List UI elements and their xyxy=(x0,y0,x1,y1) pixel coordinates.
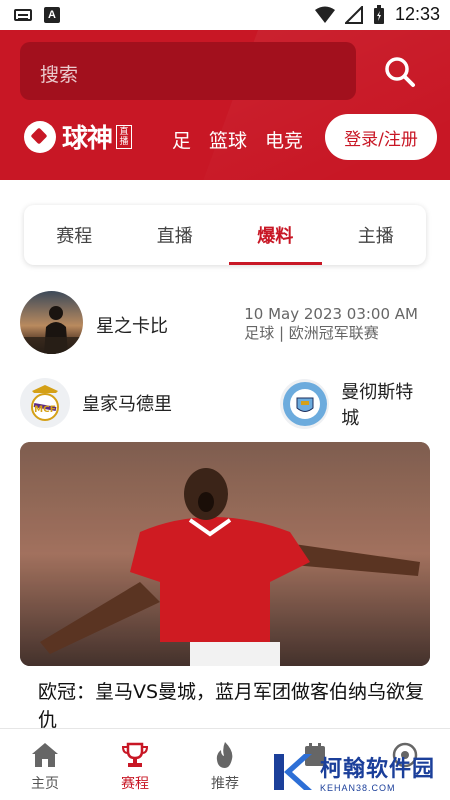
login-register-button[interactable]: 登录/注册 xyxy=(325,114,437,160)
watermark-subtext: KEHAN38.COM xyxy=(320,783,396,793)
search-icon[interactable] xyxy=(380,52,420,92)
site-watermark: 柯翰软件园 KEHAN38.COM xyxy=(270,744,450,800)
logo-ball-icon xyxy=(24,120,56,153)
tab-live[interactable]: 直播 xyxy=(125,205,226,265)
keyboard-icon xyxy=(14,9,32,21)
kehan-logo-icon xyxy=(274,754,312,790)
home-team-name: 皇家马德里 xyxy=(82,394,172,415)
nav-item-schedule[interactable]: 赛程 xyxy=(90,729,180,800)
clock: 12:33 xyxy=(394,4,440,24)
tab-schedule[interactable]: 赛程 xyxy=(24,205,125,265)
sport-tab-football[interactable]: 足 xyxy=(172,126,191,153)
flame-icon xyxy=(216,742,233,768)
status-bar: A 12:33 xyxy=(0,0,450,30)
a-notification-icon: A xyxy=(44,7,60,23)
home-icon xyxy=(32,743,58,767)
nav-item-recommend[interactable]: 推荐 xyxy=(180,729,270,800)
content-tabs: 赛程 直播 爆料 主播 xyxy=(24,205,426,265)
battery-icon xyxy=(373,4,384,24)
match-teams[interactable]: MCF 皇家马德里 曼彻斯特城 xyxy=(20,378,430,430)
home-team[interactable]: MCF 皇家马德里 xyxy=(20,378,172,428)
app-logo: 球神 直播 xyxy=(24,118,133,155)
away-team[interactable]: 曼彻斯特城 xyxy=(280,378,430,430)
author-name: 星之卡比 xyxy=(96,316,168,337)
nav-label-home: 主页 xyxy=(31,776,59,792)
watermark-text: 柯翰软件园 xyxy=(320,757,436,782)
nav-label-schedule: 赛程 xyxy=(121,776,149,792)
trophy-icon xyxy=(121,742,149,767)
search-placeholder: 搜索 xyxy=(40,65,79,86)
away-team-name: 曼彻斯特城 xyxy=(341,382,414,429)
signal-icon xyxy=(344,5,363,24)
logo-text: 球神 xyxy=(62,124,113,154)
search-input[interactable]: 搜索 xyxy=(20,42,356,100)
post-datetime: 10 May 2023 03:00 AM xyxy=(244,305,418,323)
logo-badge: 直播 xyxy=(116,124,133,149)
tab-news[interactable]: 爆料 xyxy=(225,205,326,265)
svg-text:MCF: MCF xyxy=(34,405,56,415)
app-header: 搜索 球神 直播 足 篮球 电竞 登录/注册 xyxy=(0,30,450,180)
avatar[interactable] xyxy=(20,291,83,354)
manchester-city-crest-icon xyxy=(280,379,330,429)
nav-item-home[interactable]: 主页 xyxy=(0,729,90,800)
real-madrid-crest-icon: MCF xyxy=(20,378,70,428)
sport-tab-basketball[interactable]: 篮球 xyxy=(209,126,247,153)
nav-label-recommend: 推荐 xyxy=(211,776,239,792)
tab-streamers[interactable]: 主播 xyxy=(326,205,427,265)
post-meta: 10 May 2023 03:00 AM 足球 | 欧洲冠军联赛 xyxy=(244,305,418,343)
post-author-row[interactable]: 星之卡比 10 May 2023 03:00 AM 足球 | 欧洲冠军联赛 xyxy=(20,291,430,355)
sport-tab-esports[interactable]: 电竞 xyxy=(265,126,303,153)
post-category: 足球 | 欧洲冠军联赛 xyxy=(244,324,379,342)
article-title[interactable]: 欧冠：皇马VS曼城，蓝月军团做客伯纳乌欲复仇 xyxy=(38,678,428,734)
sport-nav: 足 篮球 电竞 xyxy=(172,126,303,153)
article-image[interactable] xyxy=(20,442,430,666)
wifi-icon xyxy=(314,6,335,23)
